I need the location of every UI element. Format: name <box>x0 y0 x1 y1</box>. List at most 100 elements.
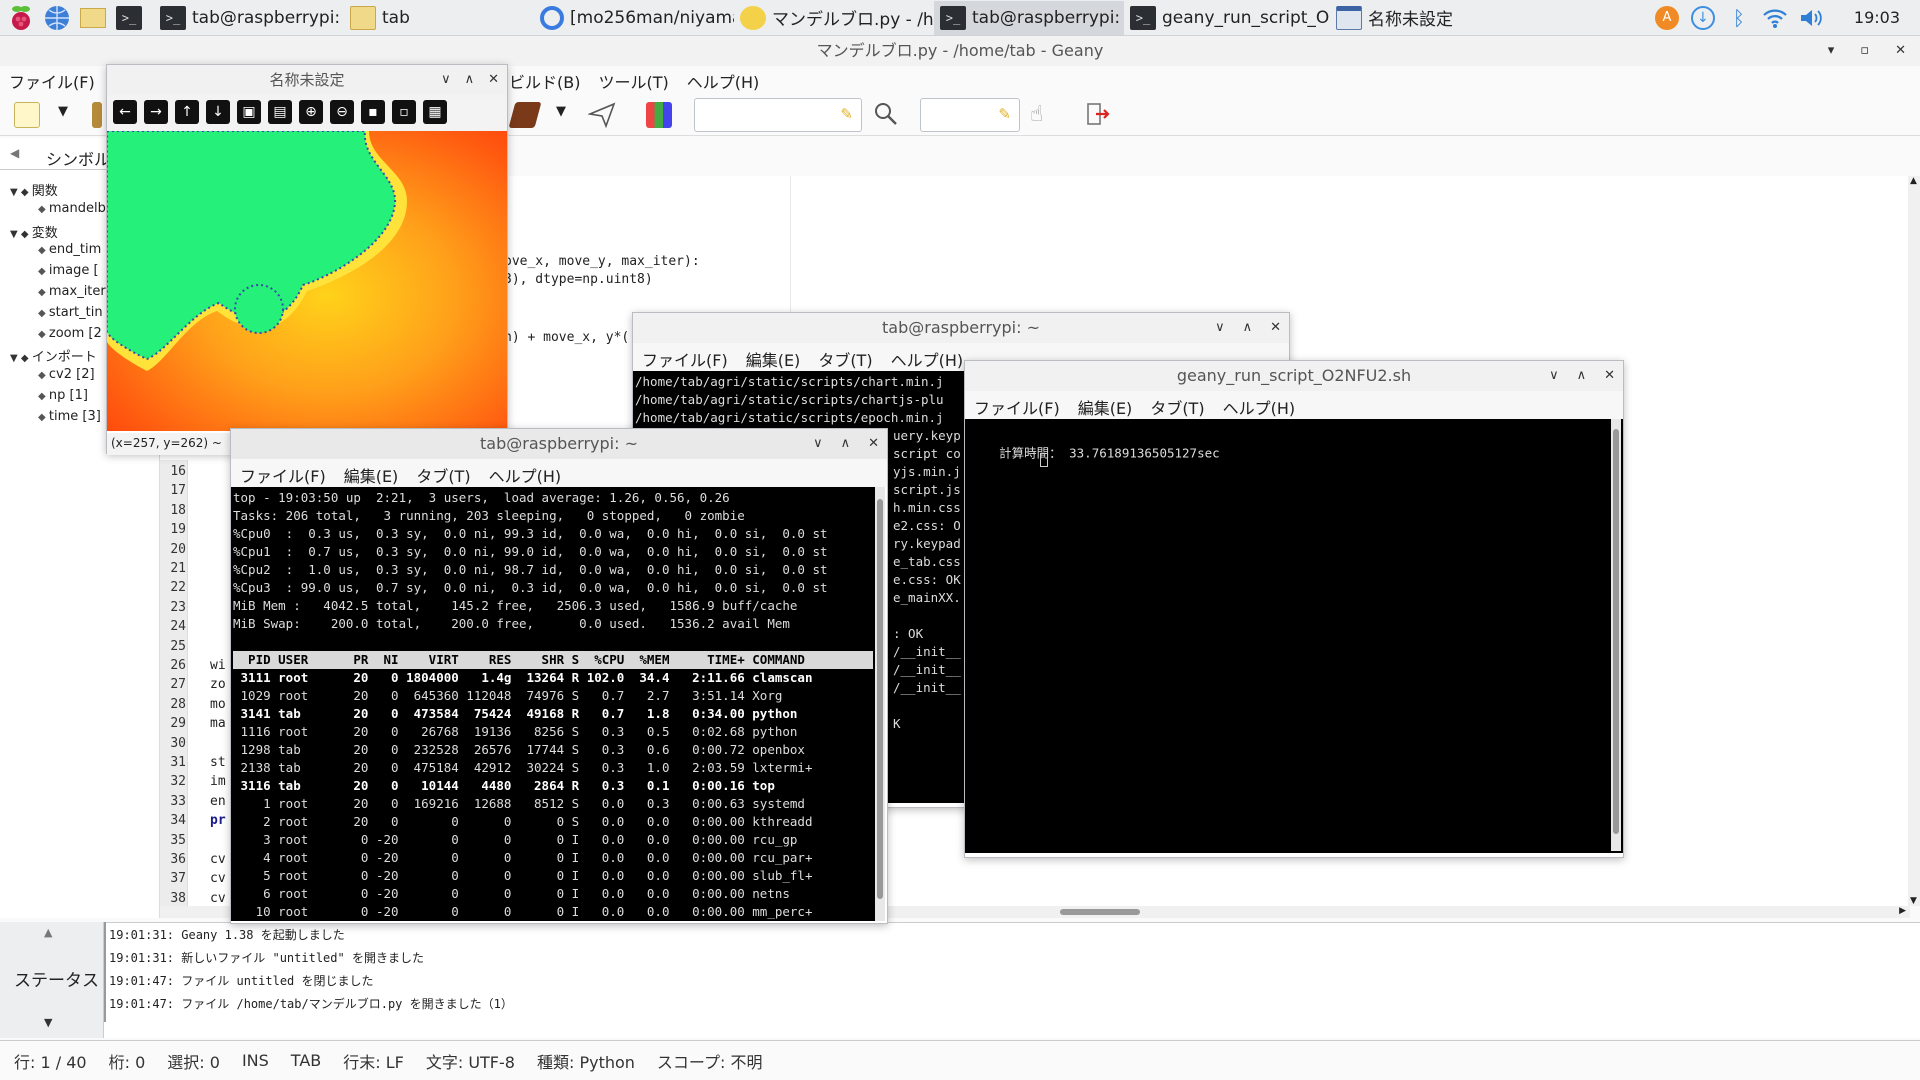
menu-tabs[interactable]: タブ(T) <box>809 343 881 371</box>
close-icon[interactable]: ✕ <box>1895 36 1906 66</box>
terminal-launcher-icon[interactable]: >_ <box>114 3 144 33</box>
tree-item[interactable]: ▼ ◆ 関数 <box>10 180 58 199</box>
fit-icon[interactable]: ▣ <box>237 100 261 124</box>
update-icon[interactable]: A <box>1652 3 1682 33</box>
top-output[interactable]: top - 19:03:50 up 2:21, 3 users, load av… <box>231 487 875 921</box>
scroll-down-icon[interactable]: ▼ <box>1910 896 1917 906</box>
file-manager-launcher-icon[interactable] <box>78 3 108 33</box>
menu-help[interactable]: ヘルプ(H) <box>480 459 571 487</box>
save-icon[interactable]: ▪ <box>361 100 385 124</box>
minimize-icon[interactable]: ∨ <box>1549 361 1559 391</box>
tree-item[interactable]: ▼ ◆ 変数 <box>10 222 58 241</box>
mandelbrot-image[interactable] <box>107 131 507 431</box>
menu-file[interactable]: ファイル(F) <box>965 391 1069 419</box>
browser-launcher-icon[interactable] <box>42 3 72 33</box>
raspberry-menu-icon[interactable] <box>6 3 36 33</box>
menu-build[interactable]: ビルド(B) <box>500 66 589 96</box>
minimize-icon[interactable]: ∨ <box>1215 313 1225 343</box>
menu-edit[interactable]: 編集(E) <box>737 343 810 371</box>
close-icon[interactable]: ✕ <box>1604 361 1615 391</box>
taskbar-task-5[interactable]: >_ geany_run_script_O2... <box>1124 1 1330 35</box>
maximize-icon[interactable]: ∧ <box>1577 361 1587 391</box>
taskbar-task-6[interactable]: 名称未設定 <box>1330 1 1480 35</box>
taskbar-task-2[interactable]: [mo256man/niyama ... <box>534 1 734 35</box>
top-scrollbar[interactable] <box>875 487 885 921</box>
search-icon[interactable] <box>872 100 900 132</box>
maximize-icon[interactable]: ∧ <box>1243 313 1253 343</box>
close-icon[interactable]: ✕ <box>1270 313 1281 343</box>
tab-status[interactable]: ▲ ステータス ▼ <box>0 922 104 1038</box>
goto-line-input[interactable]: ✎ <box>920 98 1020 132</box>
close-icon[interactable]: ✕ <box>868 429 879 459</box>
menu-help[interactable]: ヘルプ(H) <box>678 66 769 96</box>
pan-down-icon[interactable]: ↓ <box>206 100 230 124</box>
tree-item[interactable]: ◆ end_tim <box>38 242 101 257</box>
tab-scroll-left-icon[interactable]: ◀ <box>10 146 19 160</box>
tree-item[interactable]: ◆ max_iter <box>38 284 106 299</box>
menu-help[interactable]: ヘルプ(H) <box>882 343 973 371</box>
menu-tools[interactable]: ツール(T) <box>589 66 677 96</box>
scroll-right-icon[interactable]: ▶ <box>1899 906 1906 916</box>
new-file-icon[interactable] <box>14 102 40 128</box>
send-icon[interactable] <box>587 100 616 132</box>
search-input[interactable]: ✎ <box>694 98 862 132</box>
minimize-icon[interactable]: ∨ <box>441 65 451 95</box>
clear-goto-icon[interactable]: ✎ <box>998 105 1011 123</box>
wifi-icon[interactable] <box>1760 3 1790 33</box>
menu-edit[interactable]: 編集(E) <box>335 459 408 487</box>
tree-item[interactable]: ◆ mandelb <box>38 201 106 216</box>
jump-icon[interactable]: ☝ <box>1030 102 1043 127</box>
properties-icon[interactable]: ▦ <box>423 100 447 124</box>
tree-item[interactable]: ◆ time [3] <box>38 409 101 424</box>
pan-up-icon[interactable]: ↑ <box>175 100 199 124</box>
quit-icon[interactable] <box>1084 100 1112 132</box>
taskbar-task-1[interactable]: tab <box>344 1 534 35</box>
restore-icon[interactable]: ▫ <box>1860 36 1869 66</box>
tree-item[interactable]: ◆ cv2 [2] <box>38 367 95 382</box>
tree-item[interactable]: ◆ np [1] <box>38 388 88 403</box>
maximize-icon[interactable]: ∧ <box>465 65 475 95</box>
new-dropdown-icon[interactable]: ▼ <box>58 104 68 119</box>
scroll-up-icon[interactable]: ▲ <box>1910 176 1917 186</box>
terminal2-output[interactable]: 計算時間： 33.76189136505127sec <box>965 419 1623 853</box>
color-chooser-icon[interactable] <box>646 102 672 128</box>
tree-item-label: mandelb <box>48 200 106 216</box>
original-size-icon[interactable]: ▤ <box>268 100 292 124</box>
clock[interactable]: 19:03 <box>1854 8 1900 27</box>
menu-help[interactable]: ヘルプ(H) <box>1214 391 1305 419</box>
volume-icon[interactable] <box>1796 3 1826 33</box>
tree-item[interactable]: ◆ zoom [2 <box>38 326 102 341</box>
menu-file[interactable]: ファイル(F) <box>231 459 335 487</box>
clear-search-icon[interactable]: ✎ <box>840 105 853 123</box>
terminal2-scrollbar[interactable] <box>1611 419 1621 851</box>
close-icon[interactable]: ✕ <box>488 65 499 95</box>
zoom-out-icon[interactable]: ⊖ <box>330 100 354 124</box>
copy-icon[interactable]: ▫ <box>392 100 416 124</box>
minimize-icon[interactable]: ▾ <box>1828 36 1835 66</box>
zoom-in-icon[interactable]: ⊕ <box>299 100 323 124</box>
pane-up-icon[interactable]: ▲ <box>44 926 52 939</box>
menu-tabs[interactable]: タブ(T) <box>1141 391 1213 419</box>
pan-left-icon[interactable]: ← <box>113 100 137 124</box>
taskbar-task-0[interactable]: >_ tab@raspberrypi: ~ <box>154 1 344 35</box>
hscroll-thumb[interactable] <box>1060 909 1140 915</box>
download-icon[interactable]: ↓ <box>1688 3 1718 33</box>
tree-item[interactable]: ▼ ◆ インポート <box>10 346 97 365</box>
tree-item[interactable]: ◆ image [ <box>38 263 99 278</box>
pane-down-icon[interactable]: ▼ <box>44 1016 52 1029</box>
taskbar-task-4[interactable]: >_ tab@raspberrypi: ~ <box>934 0 1124 35</box>
minimize-icon[interactable]: ∨ <box>813 429 823 459</box>
editor-vscrollbar[interactable]: ▲ ▼ <box>1908 176 1920 906</box>
top-summary-line: Tasks: 206 total, 3 running, 203 sleepin… <box>233 508 745 523</box>
taskbar-task-3[interactable]: マンデルブロ.py - /h... <box>734 1 934 35</box>
open-file-icon[interactable] <box>92 102 102 128</box>
pan-right-icon[interactable]: → <box>144 100 168 124</box>
menu-edit[interactable]: 編集(E) <box>1069 391 1142 419</box>
menu-file[interactable]: ファイル(F) <box>633 343 737 371</box>
bluetooth-icon[interactable]: ᛒ <box>1724 3 1754 33</box>
tree-item[interactable]: ◆ start_tin <box>38 305 103 320</box>
build-dropdown-icon[interactable]: ▼ <box>556 104 566 119</box>
menu-tabs[interactable]: タブ(T) <box>407 459 479 487</box>
maximize-icon[interactable]: ∧ <box>841 429 851 459</box>
menu-file[interactable]: ファイル(F) <box>0 66 104 94</box>
